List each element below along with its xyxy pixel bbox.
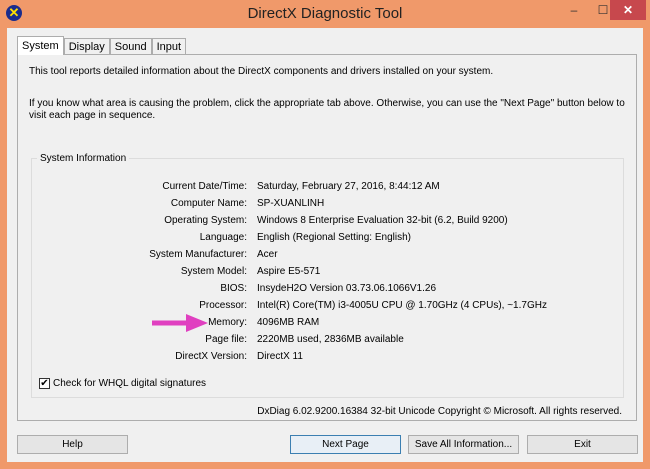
close-button[interactable]: ✕	[610, 0, 646, 20]
info-value: 2220MB used, 2836MB available	[257, 334, 404, 345]
info-row: System Manufacturer: Acer	[32, 249, 625, 263]
system-information-group: System Information Current Date/Time: Sat…	[31, 153, 625, 398]
info-row: Page file: 2220MB used, 2836MB available	[32, 334, 625, 348]
help-button[interactable]: Help	[17, 435, 128, 454]
info-value: SP-XUANLINH	[257, 198, 325, 209]
info-value: Aspire E5-571	[257, 266, 321, 277]
info-row: System Model: Aspire E5-571	[32, 266, 625, 280]
pink-arrow-annotation-icon	[152, 314, 208, 332]
info-row: Operating System: Windows 8 Enterprise Ev…	[32, 215, 625, 229]
info-value: Saturday, February 27, 2016, 8:44:12 AM	[257, 181, 440, 192]
tab-input[interactable]: Input	[151, 38, 187, 54]
next-page-button[interactable]: Next Page	[290, 435, 401, 454]
info-key: Processor:	[199, 300, 247, 311]
group-label: System Information	[37, 153, 130, 164]
info-key: Language:	[199, 232, 247, 243]
info-value: InsydeH2O Version 03.73.06.1066V1.26	[257, 283, 437, 294]
info-row: Current Date/Time: Saturday, February 27,…	[32, 181, 625, 195]
info-row: Processor: Intel(R) Core(TM) i3-4005U CPU…	[32, 300, 625, 314]
info-row: DirectX Version: DirectX 11	[32, 351, 625, 365]
tab-display[interactable]: Display	[63, 38, 110, 54]
info-key: Operating System:	[164, 215, 247, 226]
system-tab-panel: This tool reports detailed information a…	[17, 54, 637, 421]
window-title: DirectX Diagnostic Tool	[247, 5, 403, 22]
version-copyright: DxDiag 6.02.9200.16384 32-bit Unicode Co…	[257, 406, 622, 417]
tab-bar: System Display Sound Input	[17, 36, 187, 55]
tab-sound[interactable]: Sound	[109, 38, 152, 54]
info-key: Current Date/Time:	[162, 181, 247, 192]
info-row: Computer Name: SP-XUANLINH	[32, 198, 625, 212]
info-key: BIOS:	[220, 283, 247, 294]
minimize-button[interactable]: –	[563, 0, 585, 20]
info-key: System Model:	[180, 266, 247, 277]
info-value: Windows 8 Enterprise Evaluation 32-bit (…	[257, 215, 508, 226]
intro-text-2: If you know what area is causing the pro…	[29, 98, 625, 109]
whql-checkbox[interactable]: ✔ Check for WHQL digital signatures	[39, 378, 206, 389]
info-value: DirectX 11	[257, 351, 303, 362]
info-value: English (Regional Setting: English)	[257, 232, 411, 243]
info-key: System Manufacturer:	[149, 249, 247, 260]
info-value: 4096MB RAM	[257, 317, 320, 328]
info-key: Memory:	[208, 317, 247, 328]
intro-text-3: visit each page in sequence.	[29, 110, 156, 121]
info-row: Memory: 4096MB RAM	[32, 317, 625, 331]
save-all-information-button[interactable]: Save All Information...	[408, 435, 519, 454]
intro-text: This tool reports detailed information a…	[29, 66, 494, 77]
info-key: DirectX Version:	[175, 351, 247, 362]
tab-system[interactable]: System	[17, 36, 64, 55]
checkmark-icon: ✔	[39, 378, 50, 389]
info-row: Language: English (Regional Setting: Engl…	[32, 232, 625, 246]
title-bar: ✕ DirectX Diagnostic Tool – ☐ ✕	[0, 0, 650, 28]
info-value: Intel(R) Core(TM) i3-4005U CPU @ 1.70GHz…	[257, 300, 547, 311]
info-row: BIOS: InsydeH2O Version 03.73.06.1066V1.2…	[32, 283, 625, 297]
whql-label: Check for WHQL digital signatures	[53, 378, 207, 389]
info-key: Page file:	[205, 334, 247, 345]
info-key: Computer Name:	[170, 198, 247, 209]
exit-button[interactable]: Exit	[527, 435, 638, 454]
info-value: Acer	[257, 249, 278, 260]
